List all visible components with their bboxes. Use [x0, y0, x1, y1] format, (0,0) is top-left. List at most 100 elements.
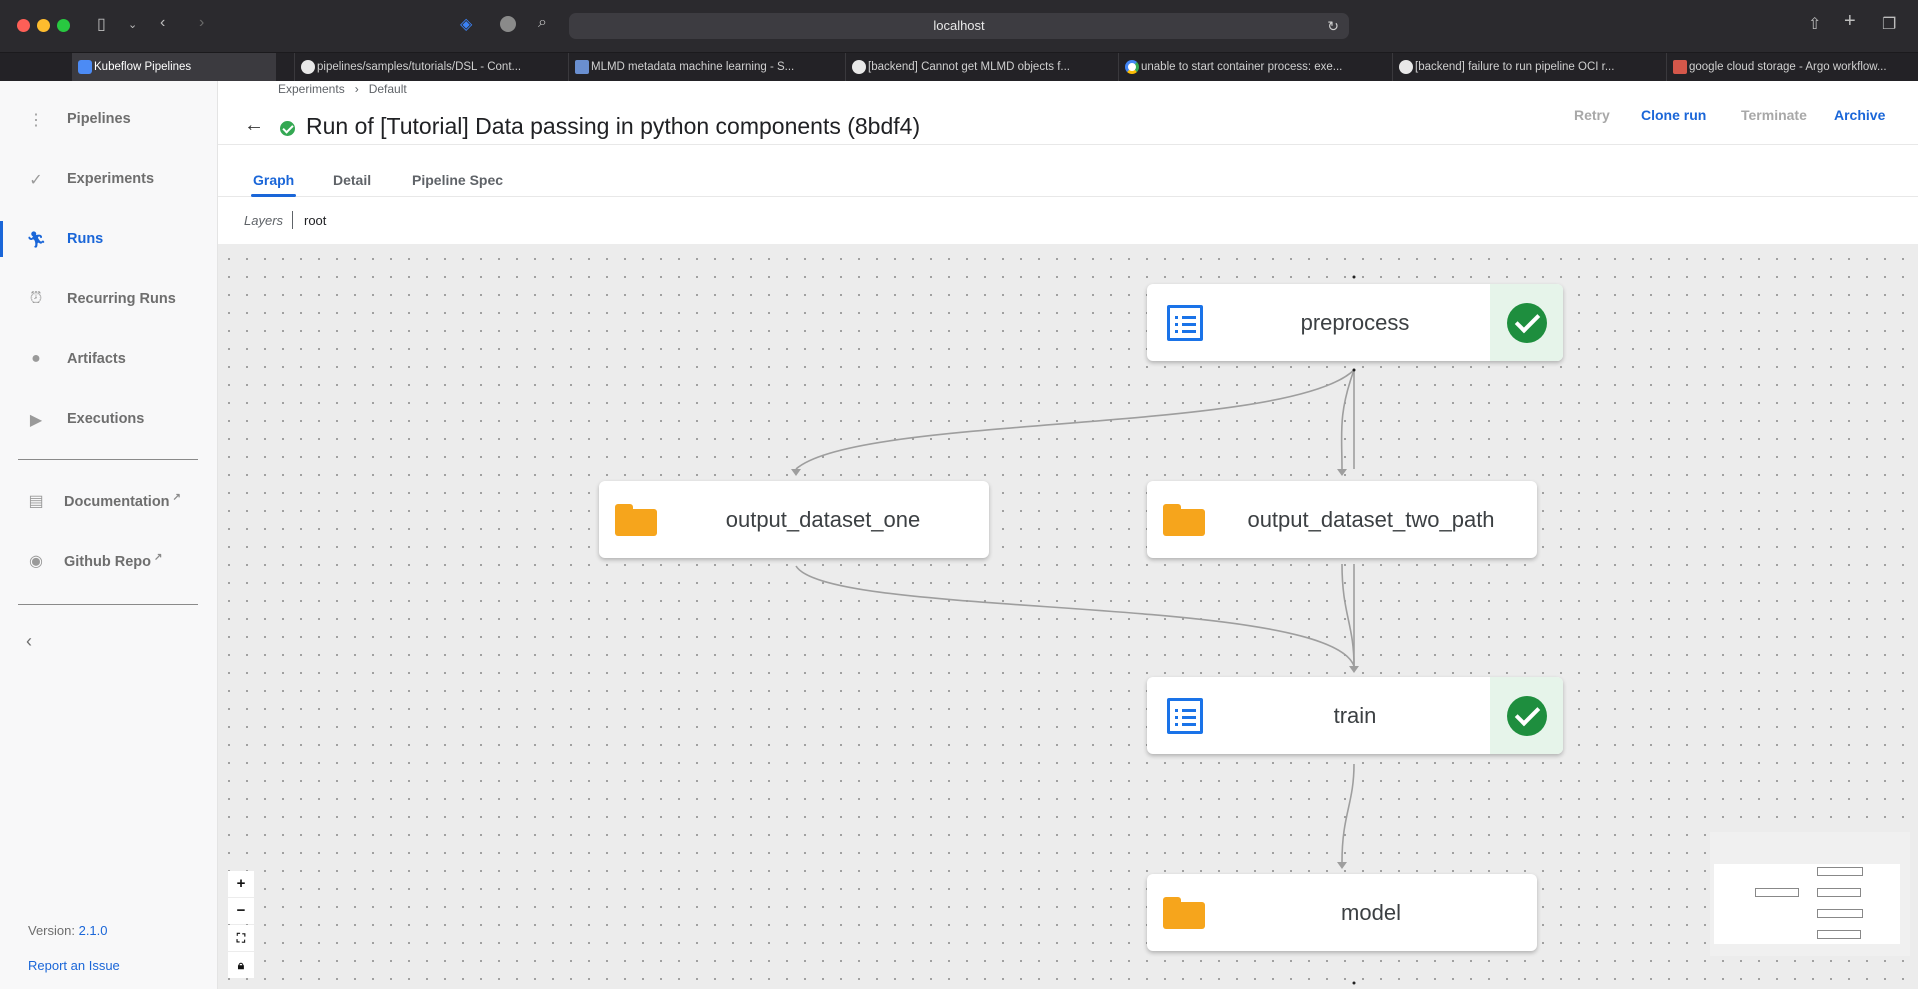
sidebar-item-artifacts[interactable]: ● Artifacts — [0, 337, 217, 381]
check-circle-icon — [1507, 303, 1547, 343]
arrow-head — [1337, 469, 1347, 476]
privacy-report-icon[interactable]: ⌕ — [538, 14, 547, 32]
browser-tabbar: Kubeflow Pipelines pipelines/samples/tut… — [0, 52, 1918, 81]
browser-tab[interactable]: [backend] Cannot get MLMD objects f... — [845, 53, 1075, 81]
breadcrumb-default[interactable]: Default — [369, 82, 407, 96]
zoom-in-button[interactable]: + — [228, 871, 254, 897]
layers-divider — [292, 211, 293, 229]
browser-tab[interactable]: [backend] failure to run pipeline OCI r.… — [1392, 53, 1622, 81]
browser-tab-kubeflow[interactable]: Kubeflow Pipelines — [72, 53, 276, 81]
node-label: output_dataset_one — [725, 507, 921, 532]
browser-tab[interactable]: unable to start container process: exe..… — [1118, 53, 1348, 81]
retry-button[interactable]: Retry — [1574, 107, 1610, 123]
version-link[interactable]: 2.1.0 — [79, 923, 108, 938]
graph-minimap[interactable] — [1710, 832, 1910, 956]
maximize-window-button[interactable] — [57, 19, 70, 32]
page-tabs: Graph Detail Pipeline Spec — [218, 144, 1918, 197]
sidebar-item-executions[interactable]: ▶ Executions — [0, 397, 217, 441]
graph-node-output-dataset-two-path[interactable]: output_dataset_two_path — [1147, 481, 1537, 558]
chevron-down-icon[interactable]: ⌄ — [128, 18, 137, 31]
browser-tab[interactable]: pipelines/samples/tutorials/DSL - Cont..… — [294, 53, 534, 81]
execution-list-icon — [1167, 698, 1203, 734]
share-icon[interactable]: ⇧ — [1808, 14, 1821, 34]
minimize-window-button[interactable] — [37, 19, 50, 32]
url-bar[interactable]: localhost ↻ — [569, 13, 1349, 39]
new-tab-icon[interactable]: + — [1844, 10, 1856, 33]
sidebar-item-experiments[interactable]: ✓ Experiments — [0, 157, 217, 201]
sidebar-item-recurring-runs[interactable]: ⏰︎ Recurring Runs — [0, 277, 217, 321]
folder-icon — [1163, 504, 1205, 536]
sidebar-item-pipelines[interactable]: ⋮ Pipelines — [0, 97, 217, 141]
reload-icon[interactable]: ↻ — [1327, 13, 1339, 39]
forward-nav-icon[interactable]: › — [199, 14, 204, 32]
sidebar-link-github[interactable]: ◉ Github Repo ↗ — [0, 538, 217, 582]
close-window-button[interactable] — [17, 19, 30, 32]
execution-list-icon — [1167, 305, 1203, 341]
arrow-head — [791, 469, 801, 476]
github-icon — [852, 60, 866, 74]
minimap-node — [1755, 888, 1799, 897]
sidebar-item-runs[interactable]: 🏃︎ Runs — [0, 217, 217, 261]
browser-tab[interactable]: google cloud storage - Argo workflow... — [1666, 53, 1902, 81]
tab-pipeline-spec[interactable]: Pipeline Spec — [412, 172, 503, 188]
graph-node-train[interactable]: train — [1147, 677, 1563, 754]
node-label: train — [1333, 703, 1377, 728]
stackoverflow-icon — [1673, 60, 1687, 74]
fit-view-button[interactable]: ⛶ — [228, 925, 254, 951]
pocket-icon[interactable]: ◈ — [460, 14, 472, 34]
node-status — [1490, 284, 1563, 361]
port-dot — [1352, 981, 1356, 985]
edge-preprocess-output-dataset-two-path — [1340, 369, 1355, 470]
minimap-node — [1817, 867, 1863, 876]
back-nav-icon[interactable]: ‹ — [160, 14, 165, 32]
graph-canvas[interactable]: preprocess output_dataset_one output_dat… — [218, 244, 1918, 989]
artifacts-icon: ● — [31, 350, 41, 367]
minimap-node — [1817, 888, 1861, 897]
pipelines-icon: ⋮ — [28, 112, 44, 129]
zoom-out-button[interactable]: − — [228, 898, 254, 924]
edge-output-dataset-one-train — [795, 565, 1355, 667]
tab-graph[interactable]: Graph — [250, 172, 297, 197]
page-title: Run of [Tutorial] Data passing in python… — [306, 113, 921, 139]
sidebar-toggle-icon[interactable]: ▯ — [97, 14, 106, 34]
lock-icon[interactable]: 🔒︎ — [228, 952, 254, 978]
clone-run-button[interactable]: Clone run — [1641, 107, 1706, 123]
arrow-head — [1349, 666, 1359, 673]
breadcrumb-experiments[interactable]: Experiments — [278, 82, 345, 96]
success-status-icon — [280, 121, 295, 136]
edge-output-dataset-two-path-train — [1341, 563, 1355, 667]
tab-detail[interactable]: Detail — [333, 172, 371, 188]
report-issue-link[interactable]: Report an Issue — [28, 958, 120, 973]
document-icon: ▤ — [28, 493, 44, 510]
node-status — [1490, 677, 1563, 754]
github-icon — [301, 60, 315, 74]
github-icon — [1399, 60, 1413, 74]
graph-node-output-dataset-one[interactable]: output_dataset_one — [599, 481, 989, 558]
browser-tab[interactable]: MLMD metadata machine learning - S... — [568, 53, 798, 81]
sidebar-link-documentation[interactable]: ▤ Documentation ↗ — [0, 478, 217, 522]
folder-icon — [615, 504, 657, 536]
sidebar: ⋮ Pipelines ✓ Experiments 🏃︎ Runs ⏰︎ Rec… — [0, 81, 218, 989]
back-arrow-icon[interactable]: ← — [244, 114, 264, 137]
layer-root[interactable]: root — [304, 213, 326, 228]
url-text: localhost — [933, 18, 985, 33]
version-info: Version: 2.1.0 — [28, 923, 108, 938]
edge-preprocess-output-dataset-one — [795, 369, 1355, 470]
sidebar-divider — [18, 604, 198, 605]
terminate-button[interactable]: Terminate — [1741, 107, 1807, 123]
profile-avatar-icon[interactable] — [500, 16, 516, 32]
graph-node-model[interactable]: model — [1147, 874, 1537, 951]
tab-overview-icon[interactable]: ❐ — [1882, 14, 1896, 34]
collapse-sidebar-icon[interactable]: ‹ — [26, 631, 32, 652]
minimap-node — [1817, 930, 1861, 939]
runs-icon: 🏃︎ — [26, 232, 47, 249]
archive-button[interactable]: Archive — [1834, 107, 1885, 123]
layers-bar: Layers root — [218, 198, 1918, 244]
sidebar-divider — [18, 459, 198, 460]
graph-node-preprocess[interactable]: preprocess — [1147, 284, 1563, 361]
github-icon: ◉ — [29, 553, 43, 570]
port-dot — [1352, 275, 1356, 279]
breadcrumb: Experiments › Default — [278, 82, 407, 96]
folder-icon — [1163, 897, 1205, 929]
edge-train-model — [1341, 763, 1355, 863]
